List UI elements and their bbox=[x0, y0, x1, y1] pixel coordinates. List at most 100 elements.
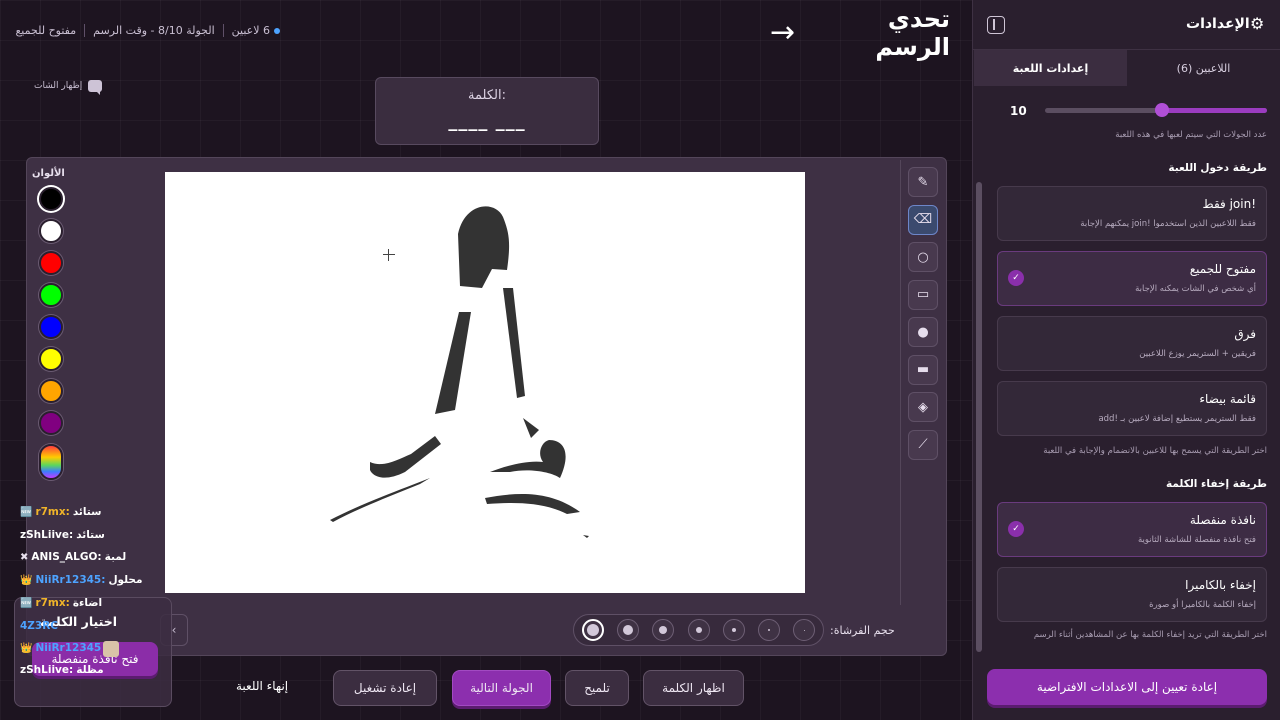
round-info: الجولة 8/10 - وقت الرسم bbox=[93, 24, 215, 37]
rectangle-icon[interactable]: ▭ bbox=[908, 279, 938, 310]
back-arrow-icon[interactable]: → bbox=[770, 18, 795, 48]
option-title: مفتوح للجميع bbox=[1189, 262, 1256, 276]
brush-size-dot bbox=[623, 625, 634, 635]
stroke bbox=[490, 440, 566, 478]
status-dot-icon bbox=[274, 28, 280, 34]
color-swatch[interactable] bbox=[39, 379, 63, 403]
players-count: 6 لاعبين bbox=[232, 24, 280, 37]
page-title: تحدي الرسم bbox=[875, 5, 950, 61]
show-word-button[interactable]: اظهار الكلمة bbox=[643, 670, 744, 706]
chat-message: zShLiive: ستائد bbox=[20, 529, 105, 541]
brush-size-dot bbox=[768, 629, 770, 631]
brush-size-option[interactable] bbox=[582, 619, 604, 641]
line-icon[interactable]: ⟋ bbox=[908, 429, 938, 460]
restart-button[interactable]: إعادة تشغيل bbox=[333, 670, 437, 706]
chat-text: محلول bbox=[108, 574, 143, 586]
hint-button[interactable]: تلميح bbox=[565, 670, 629, 706]
color-swatch[interactable] bbox=[39, 187, 63, 211]
color-swatch[interactable] bbox=[39, 283, 63, 307]
chat-text: مظلة bbox=[76, 664, 104, 676]
chat-username: ANIS_ALGO: bbox=[31, 551, 102, 563]
chat-badge-icon: 🆕 bbox=[20, 506, 33, 518]
option-title: !join فقط bbox=[1202, 197, 1256, 211]
rounds-slider-fill bbox=[1162, 108, 1267, 113]
reset-defaults-button[interactable]: إعادة تعيين إلى الاعدادات الافتراضية bbox=[987, 669, 1267, 705]
settings-option[interactable] bbox=[997, 186, 1267, 241]
stroke bbox=[330, 478, 430, 522]
tab-players[interactable]: اللاعبين (6) bbox=[1127, 50, 1280, 86]
scrollbar-thumb[interactable] bbox=[976, 182, 982, 652]
brush-size-dot bbox=[731, 628, 736, 632]
chat-badge-icon: 👑 bbox=[20, 642, 33, 654]
color-picker-icon[interactable] bbox=[39, 444, 63, 480]
check-icon: ✓ bbox=[1008, 270, 1024, 286]
brush-size-dot bbox=[659, 626, 668, 634]
chat-message: 👑 NiiRr12345 bbox=[20, 642, 101, 654]
brush-icon[interactable]: ✎ bbox=[908, 167, 938, 197]
filled-circle-icon[interactable]: ● bbox=[908, 317, 938, 347]
brush-size-dot bbox=[803, 629, 805, 631]
rounds-note: عدد الجولات التي سيتم لعبها في هذه اللعب… bbox=[1115, 130, 1267, 140]
option-description: فقط الستريمر يستطيع إضافة لاعبين بـ !add bbox=[1098, 414, 1256, 424]
chat-badge-icon: 👑 bbox=[20, 574, 33, 586]
circle-icon[interactable]: ○ bbox=[908, 242, 938, 272]
color-swatch[interactable] bbox=[39, 251, 63, 275]
rounds-value: 10 bbox=[1010, 104, 1027, 118]
show-chat-button[interactable]: إظهار الشات bbox=[34, 80, 103, 95]
brush-size-option[interactable] bbox=[758, 619, 780, 641]
settings-option[interactable] bbox=[997, 251, 1267, 306]
settings-option[interactable] bbox=[997, 316, 1267, 371]
chat-username: NiiRr12345: bbox=[35, 574, 106, 586]
sidebar-title: الإعدادات bbox=[1186, 16, 1250, 32]
chat-message: zShLiive: مظلة bbox=[20, 664, 104, 676]
hide-section-title: طريقة إخفاء الكلمة bbox=[1166, 478, 1267, 490]
eraser-icon[interactable]: ⌫ bbox=[908, 204, 938, 235]
settings-option[interactable] bbox=[997, 381, 1267, 436]
fill-bucket-icon[interactable]: ◈ bbox=[908, 392, 938, 422]
drawing-strokes bbox=[330, 206, 589, 538]
chat-message: 🆕 r7mx: اضاءة bbox=[20, 597, 102, 609]
color-swatch[interactable] bbox=[39, 347, 63, 371]
option-title: قائمة بيضاء bbox=[1199, 392, 1256, 406]
chat-username: r7mx: bbox=[35, 506, 70, 518]
color-swatch[interactable] bbox=[39, 219, 63, 243]
brush-size-option[interactable] bbox=[722, 619, 745, 641]
chat-text: اضاءة bbox=[72, 597, 103, 609]
word-hint: ____ ___ bbox=[448, 111, 526, 132]
option-title: نافذة منفصلة bbox=[1189, 513, 1256, 527]
color-swatch[interactable] bbox=[39, 315, 63, 339]
colors-title: الألوان bbox=[32, 168, 65, 179]
brush-size-option[interactable] bbox=[687, 619, 710, 641]
drawing-canvas[interactable] bbox=[165, 172, 805, 593]
stroke bbox=[458, 206, 510, 288]
option-title: فرق bbox=[1234, 327, 1256, 341]
crosshair-cursor-icon bbox=[383, 249, 395, 261]
filled-rectangle-icon[interactable]: ▬ bbox=[908, 354, 938, 385]
rounds-slider-thumb[interactable] bbox=[1155, 103, 1169, 117]
collapse-sidebar-icon[interactable] bbox=[987, 16, 1005, 34]
stroke bbox=[523, 418, 539, 438]
chat-message: 👑 NiiRr12345: محلول bbox=[20, 574, 143, 586]
color-swatch[interactable] bbox=[39, 411, 63, 435]
end-game-button[interactable]: إنهاء اللعبة bbox=[236, 679, 288, 693]
option-description: أي شخص في الشات يمكنه الإجابة bbox=[1135, 284, 1256, 294]
next-round-button[interactable]: الجولة التالية bbox=[452, 670, 551, 706]
settings-option[interactable] bbox=[997, 502, 1267, 557]
option-description: إخفاء الكلمة بالكاميرا أو صورة bbox=[1149, 600, 1256, 610]
game-mode: مفتوح للجميع bbox=[15, 24, 77, 37]
game-info-bar: 6 لاعبين الجولة 8/10 - وقت الرسم مفتوح ل… bbox=[15, 24, 280, 37]
option-description: فريقين + الستريمر يوزع اللاعبين bbox=[1139, 349, 1256, 359]
chat-username: zShLiive: bbox=[20, 664, 74, 676]
chat-username: zShLiive: bbox=[20, 529, 74, 541]
settings-option[interactable] bbox=[997, 567, 1267, 622]
word-box: الكلمة: ____ ___ bbox=[375, 77, 599, 145]
tab-game-settings[interactable]: إعدادات اللعبة bbox=[974, 50, 1127, 86]
chat-username: 4Z3RC bbox=[20, 620, 59, 632]
stroke bbox=[485, 493, 580, 514]
stroke bbox=[583, 535, 589, 538]
option-description: فتح نافذة منفصلة للشاشة الثانوية bbox=[1137, 535, 1256, 545]
join-section-title: طريقة دخول اللعبة bbox=[1168, 162, 1267, 174]
chat-message: ✖ ANIS_ALGO: لمبة bbox=[20, 551, 126, 563]
option-title: إخفاء بالكاميرا bbox=[1185, 578, 1256, 592]
chat-text: لمبة bbox=[104, 551, 127, 563]
